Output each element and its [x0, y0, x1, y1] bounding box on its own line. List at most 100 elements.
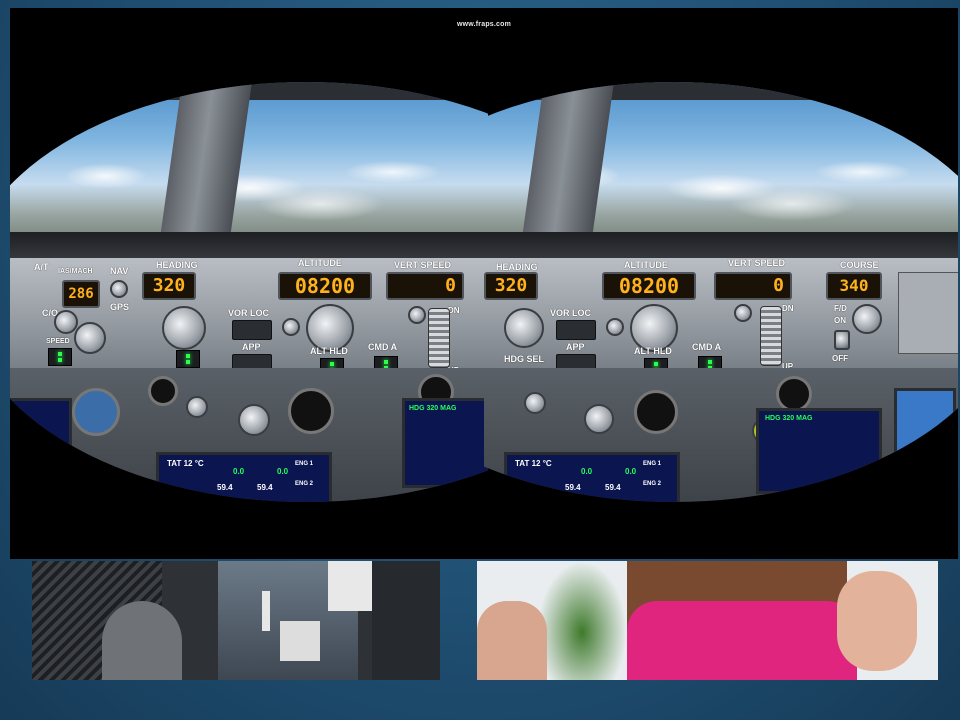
panel-knob[interactable] — [186, 396, 208, 418]
throttle-lever — [262, 591, 270, 631]
co-knob[interactable] — [54, 310, 78, 334]
n1-zero-1: 0.0 — [233, 467, 245, 476]
app-label: APP — [566, 342, 585, 352]
n1-right-value: 59.4 — [257, 483, 273, 492]
at-label: A/T — [34, 262, 49, 272]
fd-label: F/D — [834, 304, 847, 313]
nav-display: HDG 320 MAG — [756, 408, 882, 494]
efis-panel — [898, 272, 958, 354]
vr-stream-screen: www.fraps.com A/T IAS/MACH 286 C/O SPEED… — [10, 8, 958, 559]
knee-view — [102, 601, 182, 680]
selector-knob[interactable] — [584, 404, 614, 434]
hdg-mag-label: HDG 320 MAG — [409, 405, 457, 412]
user-webcam — [477, 561, 938, 680]
vert-speed-display: 0 — [714, 272, 792, 300]
course-display: 340 — [826, 272, 882, 300]
left-eye-view: A/T IAS/MACH 286 C/O SPEED NAV GPS HEADI… — [10, 82, 488, 502]
compass-gauge — [288, 388, 334, 434]
fd-switch[interactable] — [834, 330, 850, 350]
app-label: APP — [242, 342, 261, 352]
alt-hld-label: ALT HLD — [310, 346, 348, 356]
alt-hld-label: ALT HLD — [634, 346, 672, 356]
speed-annunciator[interactable] — [48, 348, 72, 366]
eng2-label: ENG 2 — [295, 481, 314, 487]
panel-knob[interactable] — [524, 392, 546, 414]
heading-knob[interactable] — [162, 306, 206, 350]
course-knob[interactable] — [852, 304, 882, 334]
speed-knob[interactable] — [74, 322, 106, 354]
plant-background — [537, 561, 627, 680]
tat-label: TAT 12 °C — [515, 459, 552, 468]
tat-label: TAT 12 °C — [167, 459, 204, 468]
right-hand — [837, 571, 917, 671]
gps-label: GPS — [110, 302, 130, 312]
right-eye-view: HEADING 320 HDG SEL ALTITUDE 08200 VOR L… — [484, 82, 958, 502]
mode-control-panel: HEADING 320 HDG SEL ALTITUDE 08200 VOR L… — [484, 258, 958, 376]
vert-speed-label: VERT SPEED — [728, 258, 786, 268]
small-knob[interactable] — [606, 318, 624, 336]
paper-notes — [328, 561, 378, 611]
small-knob[interactable] — [282, 318, 300, 336]
hdg-mag-label: HDG 320 MAG — [765, 415, 813, 422]
n1-left-value: 59.4 — [565, 483, 581, 492]
speed-label: SPEED — [46, 338, 70, 345]
engine-display: TAT 12 °C 0.0 0.0 59.4 59.4 ENG 1 ENG 2 — [156, 452, 332, 502]
cmd-a-label: CMD A — [368, 342, 398, 352]
altitude-label: ALTITUDE — [624, 260, 668, 270]
vert-speed-wheel[interactable] — [428, 308, 450, 368]
n1-left-value: 59.4 — [217, 483, 233, 492]
altitude-display: 08200 — [602, 272, 696, 300]
engine-display: TAT 12 °C 0.0 0.0 59.4 59.4 ENG 1 ENG 2 — [504, 452, 680, 502]
heading-knob[interactable] — [504, 308, 544, 348]
fd-off-label: OFF — [832, 354, 848, 363]
vert-speed-display: 0 — [386, 272, 464, 300]
ias-mach-label: IAS/MACH — [58, 268, 93, 275]
vor-loc-button[interactable] — [556, 320, 596, 340]
pink-shirt — [627, 601, 857, 680]
vert-speed-wheel[interactable] — [760, 306, 782, 366]
fraps-watermark: www.fraps.com — [456, 21, 512, 28]
dn-label: DN — [782, 304, 794, 313]
nav-label: NAV — [110, 266, 129, 276]
ias-display: 286 — [62, 280, 100, 308]
nav-display: HDG 320 MAG — [402, 398, 488, 488]
n1-right-value: 59.4 — [605, 483, 621, 492]
lower-instrument-panel: TAT 12 °C 0.0 0.0 59.4 59.4 ENG 1 ENG 2 … — [484, 368, 958, 502]
selector-knob[interactable] — [238, 404, 270, 436]
hdg-sel-button[interactable] — [176, 350, 200, 368]
pfd-display — [894, 388, 956, 454]
course-label: COURSE — [840, 260, 879, 270]
cmd-a-label: CMD A — [692, 342, 722, 352]
clouds — [10, 144, 488, 224]
altitude-knob[interactable] — [630, 304, 678, 352]
side-panel — [372, 561, 440, 680]
vor-loc-button[interactable] — [232, 320, 272, 340]
vert-speed-label: VERT SPEED — [394, 260, 452, 270]
heading-label: HEADING — [496, 262, 538, 272]
vor-loc-label: VOR LOC — [228, 308, 270, 318]
small-gauge — [148, 376, 178, 406]
altitude-display: 08200 — [278, 272, 372, 300]
left-hand — [477, 601, 547, 680]
heading-display: 320 — [142, 272, 196, 300]
hdg-sel-label: HDG SEL — [504, 354, 545, 364]
altitude-label: ALTITUDE — [298, 258, 342, 268]
heading-label: HEADING — [156, 260, 198, 270]
nav-gps-switch[interactable] — [110, 280, 128, 298]
heading-display: 320 — [484, 272, 538, 300]
mode-control-panel: A/T IAS/MACH 286 C/O SPEED NAV GPS HEADI… — [10, 258, 488, 376]
eng1-label: ENG 1 — [295, 461, 314, 467]
n1-zero-2: 0.0 — [625, 467, 637, 476]
vs-small-knob[interactable] — [408, 306, 426, 324]
eng1-label: ENG 1 — [643, 461, 662, 467]
throttle-handles — [280, 621, 320, 661]
vs-small-knob[interactable] — [734, 304, 752, 322]
attitude-indicator — [72, 388, 120, 436]
cockpit-hardware-webcam — [32, 561, 440, 680]
eng2-label: ENG 2 — [643, 481, 662, 487]
n1-zero-2: 0.0 — [277, 467, 289, 476]
clock-gauge — [776, 376, 812, 412]
lower-instrument-panel: TAT 12 °C 0.0 0.0 59.4 59.4 ENG 1 ENG 2 … — [10, 368, 488, 502]
altitude-knob[interactable] — [306, 304, 354, 352]
pfd-display — [10, 398, 72, 464]
